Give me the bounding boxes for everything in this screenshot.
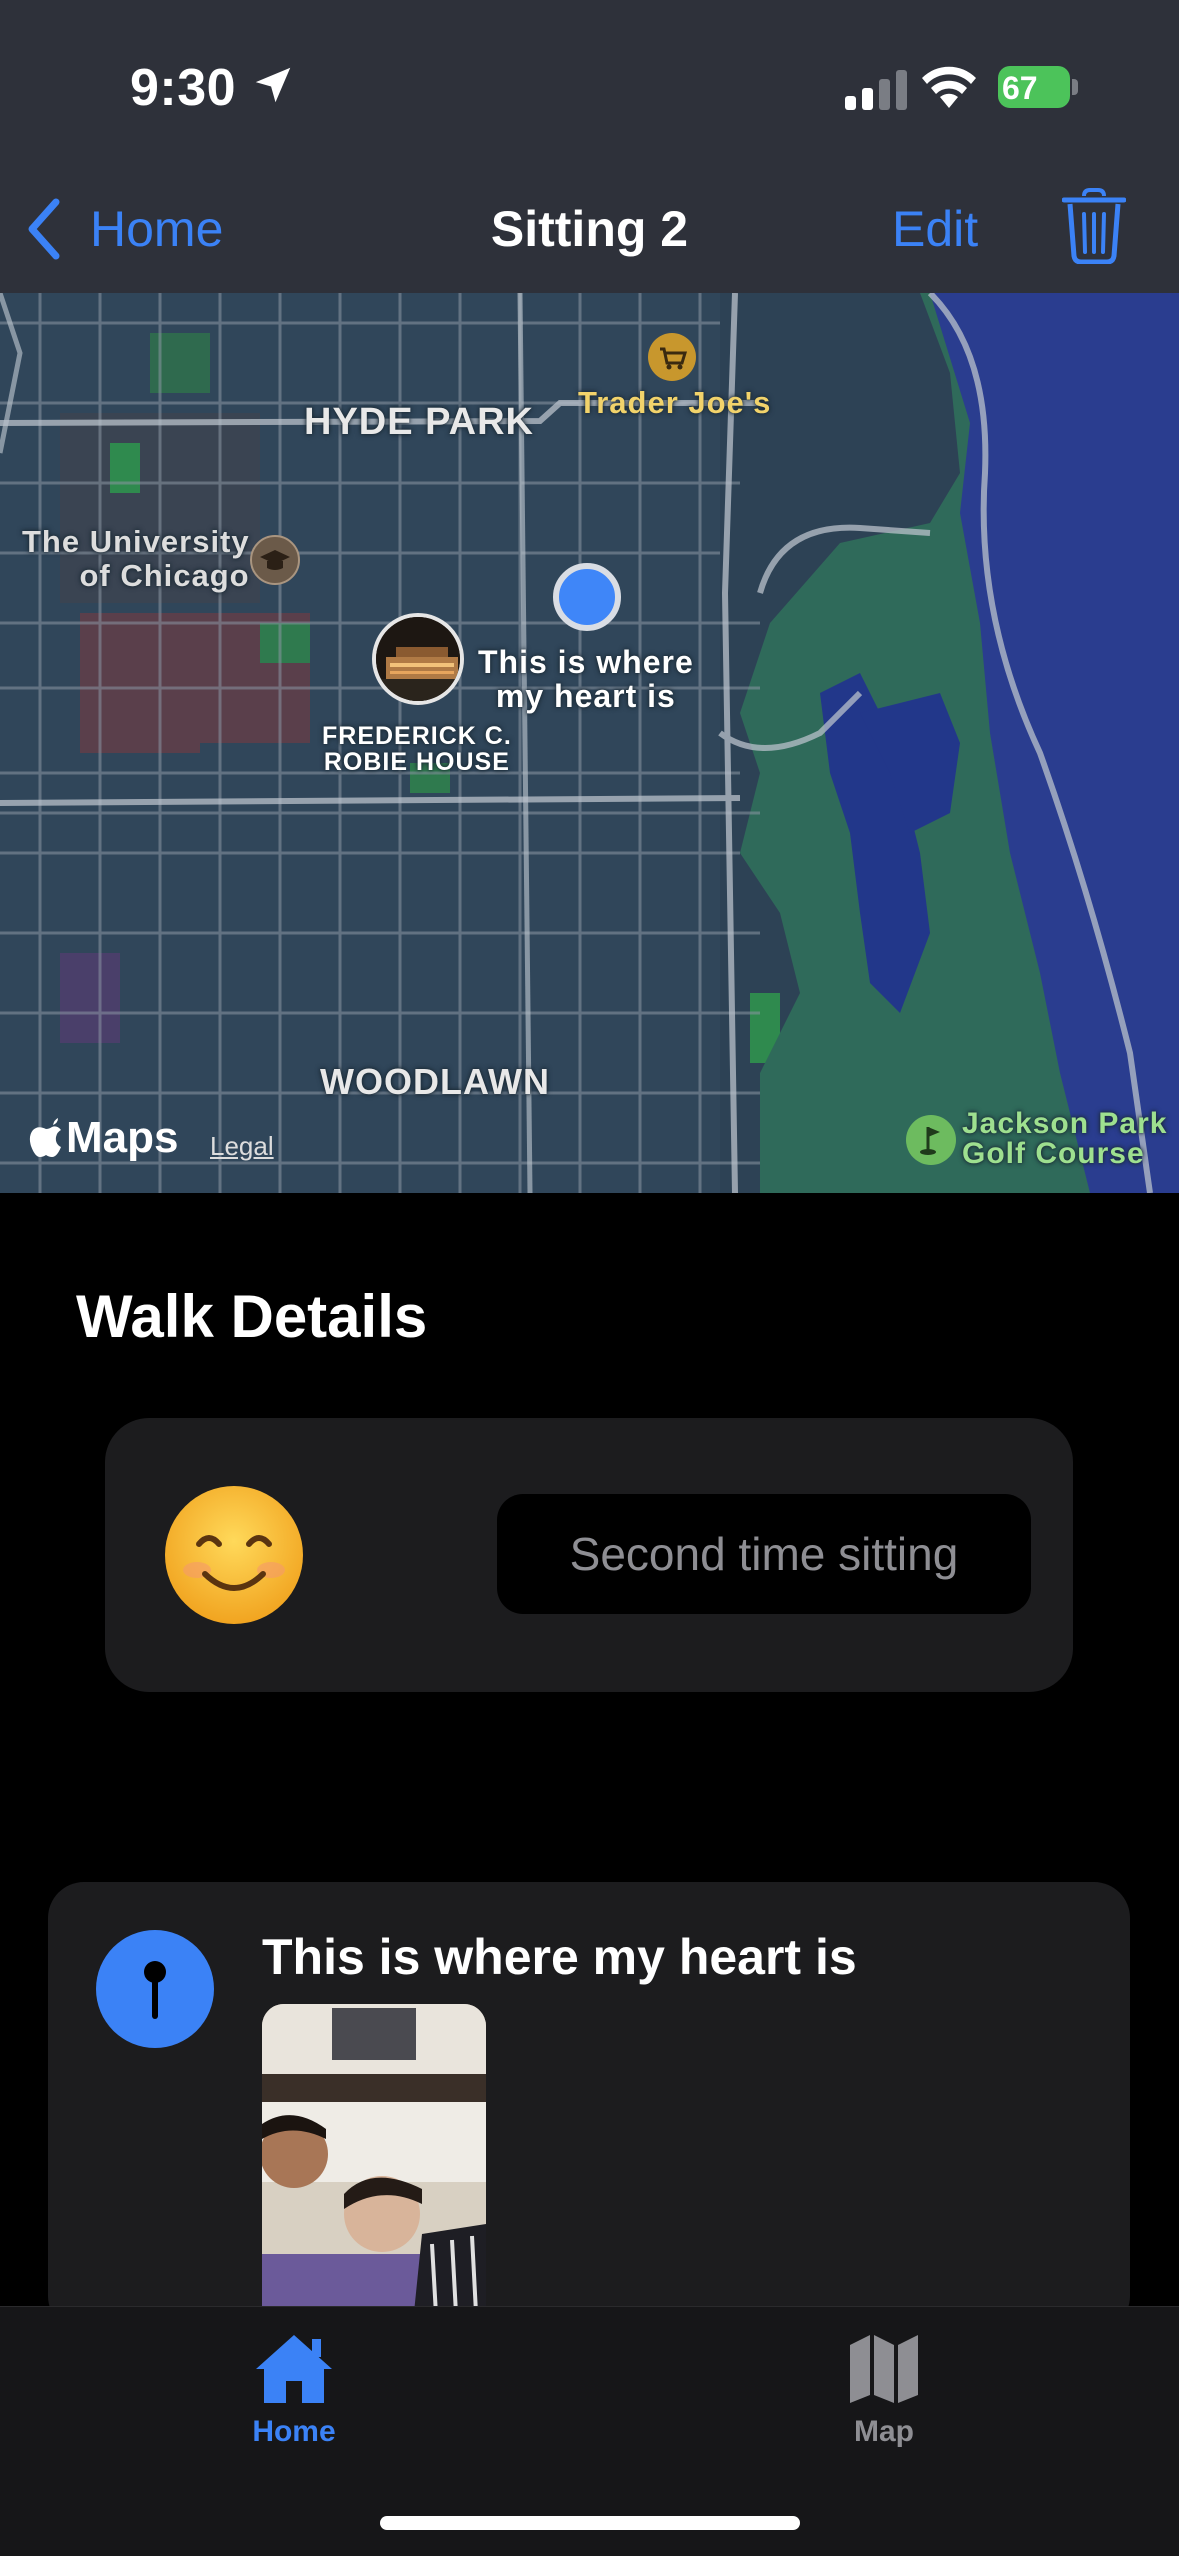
map-label-pin[interactable]: This is where my heart is: [478, 645, 694, 713]
entry-card[interactable]: This is where my heart is: [48, 1882, 1130, 2332]
apple-icon: [29, 1118, 61, 1157]
tab-map-label: Map: [854, 2415, 914, 2448]
tab-home-label: Home: [252, 2415, 336, 2448]
battery-indicator: 67: [998, 66, 1078, 108]
map-label-trader-joes[interactable]: Trader Joe's: [578, 385, 771, 421]
wifi-icon: [922, 66, 976, 108]
robie-house-thumbnail[interactable]: [372, 613, 464, 705]
status-bar: 9:30 67: [0, 0, 1179, 170]
entry-title: This is where my heart is: [262, 1929, 857, 1985]
tab-home[interactable]: Home: [194, 2331, 394, 2449]
shopping-cart-icon[interactable]: [648, 333, 696, 381]
smiling-face-emoji-icon[interactable]: [163, 1484, 305, 1626]
map-label-robie-house[interactable]: FREDERICK C. ROBIE HOUSE: [322, 723, 512, 775]
pin-icon: [96, 1930, 214, 2048]
legal-link[interactable]: Legal: [210, 1131, 274, 1162]
walk-note-field[interactable]: Second time sitting: [497, 1494, 1031, 1614]
map-icon: [850, 2335, 918, 2403]
apple-maps-logo: Maps: [28, 1113, 178, 1163]
map-label-jackson-park[interactable]: Jackson Park Golf Course: [962, 1109, 1167, 1169]
maps-brand-text: Maps: [66, 1113, 179, 1162]
current-location-pin[interactable]: [553, 563, 621, 631]
graduation-cap-icon[interactable]: [250, 535, 300, 585]
location-arrow-icon: [255, 67, 291, 103]
edit-button[interactable]: Edit: [892, 200, 978, 258]
map-label-woodlawn: WOODLAWN: [320, 1061, 550, 1102]
section-title-walk-details: Walk Details: [76, 1283, 428, 1350]
house-icon: [256, 2335, 332, 2403]
page-title: Sitting 2: [490, 201, 689, 257]
map-background: [0, 293, 1179, 1193]
walk-details-card: Second time sitting: [105, 1418, 1073, 1692]
map-label-hyde-park: HYDE PARK: [304, 401, 534, 443]
navigation-bar: Home Sitting 2 Edit: [0, 170, 1179, 293]
cellular-signal-icon: [845, 70, 907, 110]
top-bar: 9:30 67 Home Sitting 2 Edit: [0, 0, 1179, 293]
tab-map[interactable]: Map: [784, 2331, 984, 2449]
entry-photo[interactable]: [262, 2004, 486, 2332]
status-time: 9:30: [130, 59, 237, 117]
trash-icon[interactable]: [1062, 188, 1126, 264]
golf-flag-icon[interactable]: [906, 1115, 956, 1165]
battery-percent: 67: [1002, 70, 1038, 106]
home-indicator[interactable]: [380, 2516, 800, 2530]
map-view[interactable]: Trader Joe's HYDE PARK The University of…: [0, 293, 1179, 1193]
map-label-university[interactable]: The University of Chicago: [22, 525, 250, 593]
